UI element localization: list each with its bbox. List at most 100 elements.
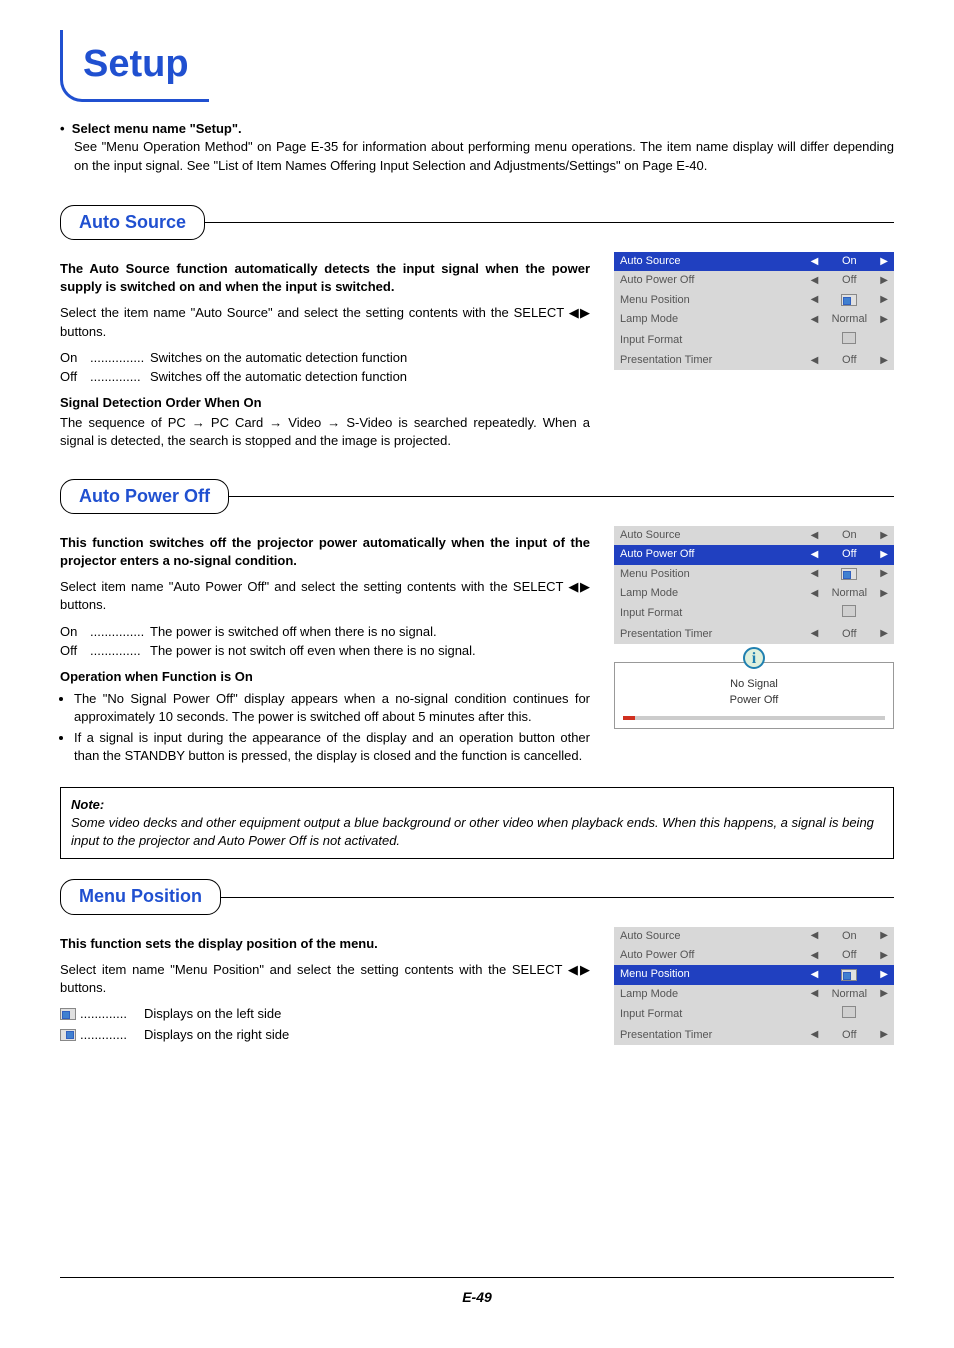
right-arrow-icon: ▶ (874, 946, 894, 965)
right-arrow-icon: ▶ (874, 351, 894, 370)
osd-item-label: Input Format (614, 1004, 805, 1025)
divider (204, 222, 894, 223)
left-arrow-icon (805, 603, 825, 624)
right-arrow-icon: ▶ (874, 927, 894, 946)
mp-summary: This function sets the display position … (60, 935, 590, 953)
osd-menu-row: Auto Source◀On▶ (614, 252, 894, 271)
intro-label: Select menu name "Setup". (72, 121, 242, 136)
osd-item-label: Presentation Timer (614, 625, 805, 644)
return-icon (842, 1006, 856, 1018)
osd-item-label: Input Format (614, 603, 805, 624)
right-arrow-icon: ▶ (874, 310, 894, 329)
left-arrow-icon: ◀ (805, 584, 825, 603)
op-item: The "No Signal Power Off" display appear… (74, 690, 590, 726)
right-arrow-icon (874, 603, 894, 624)
osd-menu-row: Auto Power Off◀Off▶ (614, 545, 894, 564)
section-heading-menu-position: Menu Position (60, 879, 221, 914)
osd-item-label: Presentation Timer (614, 351, 805, 370)
osd-item-label: Presentation Timer (614, 1026, 805, 1045)
left-arrow-icon (805, 330, 825, 351)
def-on: On ............... Switches on the autom… (60, 349, 590, 367)
osd-item-value: Normal (824, 985, 874, 1004)
osd-item-value: Off (824, 1026, 874, 1045)
section-heading-row: Auto Source (60, 205, 894, 240)
right-arrow-icon: ▶ (874, 625, 894, 644)
osd-menu-row: Input Format (614, 1004, 894, 1025)
osd-menu-auto-source: Auto Source◀On▶Auto Power Off◀Off▶Menu P… (614, 252, 894, 370)
osd-item-value: Off (824, 351, 874, 370)
osd-menu-row: Input Format (614, 330, 894, 351)
def-on: On ............... The power is switched… (60, 623, 590, 641)
right-arrow-icon: ▶ (874, 252, 894, 271)
section-heading-auto-power-off: Auto Power Off (60, 479, 229, 514)
osd-item-label: Auto Power Off (614, 946, 805, 965)
osd-menu-row: Auto Source◀On▶ (614, 927, 894, 946)
osd-menu-row: Presentation Timer◀Off▶ (614, 351, 894, 370)
right-arrow-icon: ▶ (874, 985, 894, 1004)
note-box: Note: Some video decks and other equipme… (60, 787, 894, 860)
right-arrow-icon: ▶ (874, 526, 894, 545)
osd-menu-position: Auto Source◀On▶Auto Power Off◀Off▶Menu P… (614, 927, 894, 1045)
position-left-icon (841, 568, 857, 580)
def-off: Off .............. Switches off the auto… (60, 368, 590, 386)
def-right: ............. Displays on the right side (60, 1026, 590, 1044)
osd-menu-row: Presentation Timer◀Off▶ (614, 625, 894, 644)
page-number: E-49 (60, 1277, 894, 1308)
note-body: Some video decks and other equipment out… (71, 814, 883, 850)
osd-item-value (824, 603, 874, 624)
left-arrow-icon: ◀ (805, 351, 825, 370)
sub-body: The sequence of PC → PC Card → Video → S… (60, 414, 590, 450)
osd-item-label: Menu Position (614, 291, 805, 310)
return-icon (842, 605, 856, 617)
left-arrow-icon: ◀ (805, 310, 825, 329)
return-icon (842, 332, 856, 344)
osd-menu-auto-power-off: Auto Source◀On▶Auto Power Off◀Off▶Menu P… (614, 526, 894, 644)
right-arrow-icon: ▶ (874, 1026, 894, 1045)
right-arrow-icon: ▶ (874, 271, 894, 290)
osd-item-value: Off (824, 625, 874, 644)
auto-source-summary: The Auto Source function automatically d… (60, 260, 590, 296)
right-arrow-icon (874, 1004, 894, 1025)
osd-item-label: Menu Position (614, 565, 805, 584)
osd-item-value: On (824, 526, 874, 545)
osd-item-value: Off (824, 946, 874, 965)
left-arrow-icon: ◀ (805, 252, 825, 271)
bullet: • (60, 121, 68, 136)
apo-summary: This function switches off the projector… (60, 534, 590, 570)
left-arrow-icon: ◀ (805, 545, 825, 564)
osd-item-label: Auto Source (614, 526, 805, 545)
osd-item-value (824, 565, 874, 584)
mp-instruction: Select item name "Menu Position" and sel… (60, 961, 590, 997)
osd-msg-line2: Power Off (623, 693, 885, 708)
right-arrow-icon: ▶ (874, 545, 894, 564)
osd-menu-row: Auto Power Off◀Off▶ (614, 271, 894, 290)
osd-item-value: Off (824, 271, 874, 290)
osd-menu-row: Lamp Mode◀Normal▶ (614, 985, 894, 1004)
right-arrow-icon: ▶ (874, 965, 894, 984)
osd-menu-row: Menu Position◀▶ (614, 965, 894, 984)
sub-heading: Signal Detection Order When On (60, 394, 590, 412)
intro-body: See "Menu Operation Method" on Page E-35… (60, 138, 894, 174)
op-list: The "No Signal Power Off" display appear… (60, 690, 590, 765)
def-left: ............. Displays on the left side (60, 1005, 590, 1023)
osd-item-value: Normal (824, 310, 874, 329)
osd-item-label: Input Format (614, 330, 805, 351)
page-title: Setup (83, 43, 189, 85)
left-arrow-icon: ◀ (805, 625, 825, 644)
right-arrow-icon: ▶ (874, 291, 894, 310)
left-arrow-icon: ◀ (805, 526, 825, 545)
osd-no-signal-panel: i No Signal Power Off (614, 662, 894, 729)
osd-item-label: Auto Source (614, 927, 805, 946)
osd-item-label: Lamp Mode (614, 584, 805, 603)
osd-msg-line1: No Signal (623, 677, 885, 692)
info-icon: i (743, 647, 765, 669)
apo-instruction: Select item name "Auto Power Off" and se… (60, 578, 590, 614)
progress-bar (623, 716, 885, 720)
left-arrow-icon (805, 1004, 825, 1025)
osd-item-label: Auto Power Off (614, 545, 805, 564)
divider (228, 496, 894, 497)
note-label: Note: (71, 796, 883, 814)
position-right-icon (60, 1029, 76, 1041)
right-arrow-icon: ▶ (874, 584, 894, 603)
osd-item-label: Auto Source (614, 252, 805, 271)
